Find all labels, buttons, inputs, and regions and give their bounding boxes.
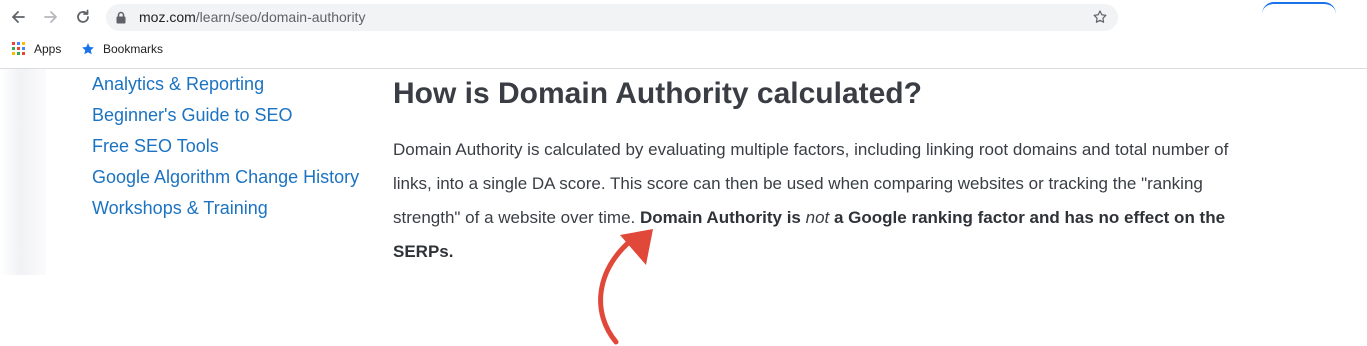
bookmark-apps-label: Apps (34, 42, 62, 56)
bookmarks-bar: Apps Bookmarks (0, 36, 1367, 69)
profile-button-edge[interactable] (1262, 2, 1336, 18)
url-path: /learn/seo/domain-authority (195, 9, 366, 25)
sidebar-link-beginners-guide[interactable]: Beginner's Guide to SEO (92, 104, 359, 135)
paragraph-line-1: Domain Authority is calculated by evalua… (393, 140, 1229, 159)
browser-toolbar: moz.com/learn/seo/domain-authority (0, 0, 1367, 35)
bookmark-bookmarks-label: Bookmarks (103, 42, 164, 56)
star-icon (82, 43, 94, 55)
reload-button[interactable] (72, 6, 94, 28)
bookmark-bookmarks[interactable]: Bookmarks (81, 42, 163, 56)
sidebar-link-workshops-training[interactable]: Workshops & Training (92, 197, 359, 228)
sidebar-background (0, 69, 46, 275)
paragraph-line-2: links, into a single DA score. This scor… (393, 174, 1203, 193)
reload-icon (77, 9, 89, 23)
sidebar-link-analytics-reporting[interactable]: Analytics & Reporting (92, 73, 359, 104)
section-heading: How is Domain Authority calculated? (393, 77, 922, 110)
sidebar-nav: Analytics & Reporting Beginner's Guide t… (92, 73, 359, 228)
apps-grid-icon (12, 42, 25, 55)
back-arrow-icon (12, 11, 25, 23)
url-host: moz.com (139, 9, 196, 25)
address-bar[interactable]: moz.com/learn/seo/domain-authority (106, 4, 1118, 31)
url-text: moz.com/learn/seo/domain-authority (139, 9, 365, 25)
bookmark-star-icon[interactable] (1092, 9, 1108, 25)
forward-arrow-icon (44, 11, 57, 23)
back-button[interactable] (7, 6, 29, 28)
bookmark-apps[interactable]: Apps (12, 42, 61, 56)
bold-statement-b: a Google ranking factor and has no effec… (834, 208, 1226, 227)
italic-not: not (805, 208, 830, 227)
arrow-icon (598, 229, 653, 345)
sidebar-link-google-algorithm-history[interactable]: Google Algorithm Change History (92, 166, 359, 197)
article-paragraph: Domain Authority is calculated by evalua… (393, 133, 1293, 269)
page-content: Analytics & Reporting Beginner's Guide t… (0, 69, 1367, 346)
forward-button[interactable] (40, 6, 62, 28)
bold-statement-c: SERPs. (393, 242, 454, 261)
lock-icon (116, 11, 126, 24)
sidebar-link-free-seo-tools[interactable]: Free SEO Tools (92, 135, 359, 166)
